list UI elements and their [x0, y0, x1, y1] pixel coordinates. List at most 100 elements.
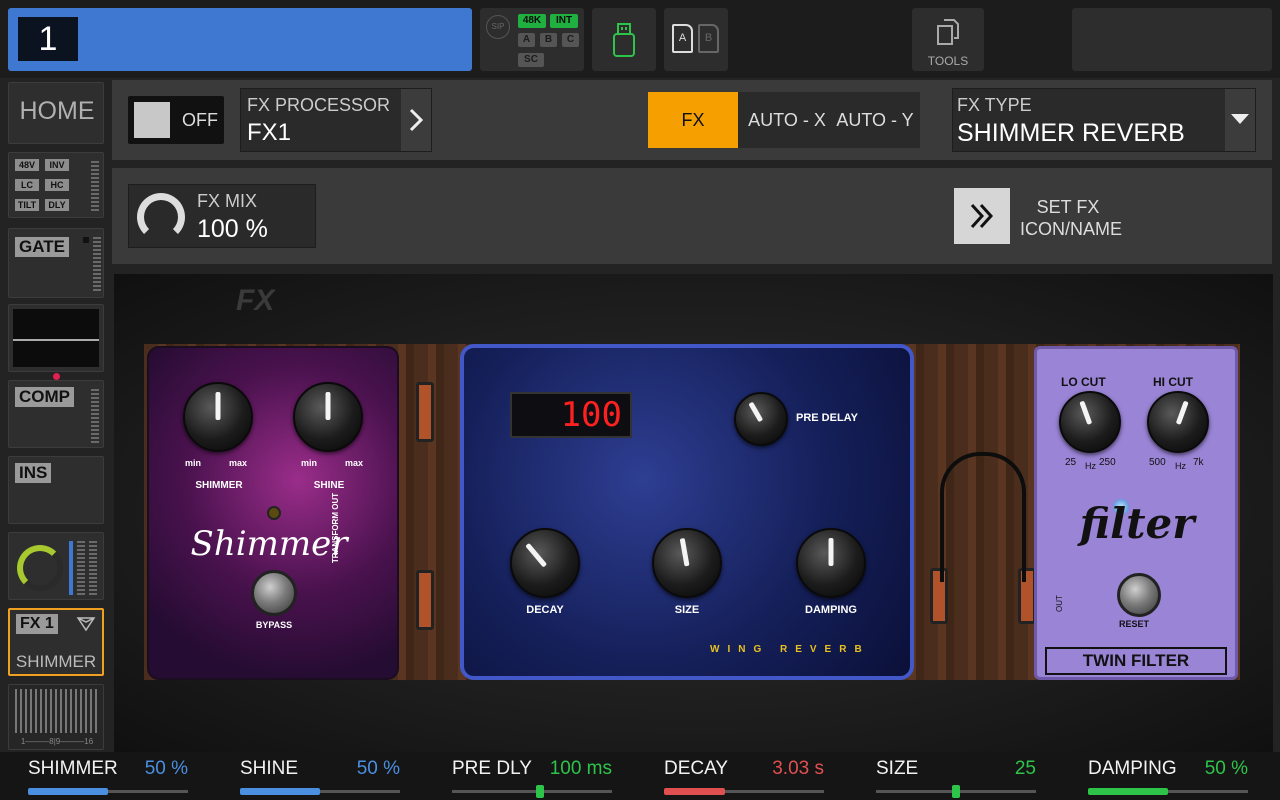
param-slider-handle[interactable]: [536, 785, 544, 798]
param-slider-track[interactable]: [28, 788, 188, 795]
lo-cut-min: 25: [1065, 457, 1077, 468]
param-slider-fill: [1088, 788, 1168, 795]
param-pre-dly[interactable]: PRE DLY 100 ms: [424, 752, 636, 800]
param-slider-track[interactable]: [1088, 788, 1248, 795]
fx-mix-panel: FX MIX 100 % SET FX ICON/NAME: [112, 168, 1272, 264]
patch-cable: [940, 452, 1026, 582]
tag-48v: 48V: [15, 159, 39, 171]
fx-type-dropdown-button[interactable]: [1225, 89, 1255, 151]
top-bar: 1 SIP 48K INT A B C SC A B TOOLS: [0, 0, 1280, 78]
eq-section-button[interactable]: [8, 304, 104, 380]
fx-slot-label: FX 1: [16, 614, 58, 634]
filter-reset-switch[interactable]: [1117, 573, 1161, 617]
param-name: SIZE: [876, 758, 919, 779]
card-ab-button[interactable]: A B: [664, 8, 728, 71]
predelay-knob[interactable]: [734, 392, 788, 446]
param-value: 3.03 s: [772, 758, 824, 779]
filter-section-button[interactable]: 48V INV LC HC TILT DLY: [8, 152, 104, 218]
param-slider-track[interactable]: [452, 785, 612, 798]
tools-button[interactable]: TOOLS: [912, 8, 984, 71]
param-value: 50 %: [1204, 758, 1248, 779]
param-shimmer[interactable]: SHIMMER 50 %: [0, 752, 212, 800]
shimmer-bypass-label: BYPASS: [255, 620, 293, 630]
sync-status-panel[interactable]: SIP 48K INT A B C SC: [480, 8, 584, 71]
tab-fx[interactable]: FX: [648, 92, 738, 148]
dynamics-section-button[interactable]: [8, 532, 104, 600]
fx-mix-control[interactable]: FX MIX 100 %: [128, 184, 316, 248]
slot-a-badge: A: [518, 33, 535, 47]
param-slider-track[interactable]: [240, 788, 400, 795]
shine-knob[interactable]: [293, 382, 363, 452]
fx-processor-next-button[interactable]: [401, 89, 431, 151]
param-value: 50 %: [144, 758, 188, 779]
gate-label: GATE: [15, 237, 69, 257]
param-slider-fill: [240, 788, 320, 795]
size-label: SIZE: [674, 604, 700, 616]
shine-knob-pointer: [325, 391, 331, 420]
cable-jack-2: [416, 570, 434, 630]
chevron-down-icon: [1231, 114, 1249, 124]
lo-cut-max: 250: [1099, 457, 1116, 468]
param-name: SHIMMER: [28, 758, 118, 779]
usb-button[interactable]: [592, 8, 656, 71]
comp-label: COMP: [15, 387, 74, 407]
card-b-icon: B: [698, 24, 719, 53]
param-decay[interactable]: DECAY 3.03 s: [636, 752, 848, 800]
hi-cut-label: HI CUT: [1153, 375, 1193, 389]
fx-on-off-toggle[interactable]: OFF: [128, 96, 224, 144]
shimmer-knob[interactable]: [183, 382, 253, 452]
set-fx-label: SET FX ICON/NAME: [1020, 196, 1123, 240]
usb-icon: [613, 23, 635, 57]
fx-type-selector[interactable]: FX TYPE SHIMMER REVERB: [952, 88, 1256, 152]
param-shine[interactable]: SHINE 50 %: [212, 752, 424, 800]
bus-sends-button[interactable]: 1———8|9———16: [8, 684, 104, 750]
size-knob[interactable]: [652, 528, 722, 598]
param-slider-handle[interactable]: [952, 785, 960, 798]
damping-knob[interactable]: [796, 528, 866, 598]
shimmer-led: [267, 506, 281, 520]
filter-meter: [91, 161, 99, 211]
fx-mix-value: 100 %: [197, 215, 268, 243]
tab-auto-x[interactable]: AUTO - X: [744, 92, 830, 148]
parameter-bar: SHIMMER 50 % SHINE 50 % PRE DLY 100 ms D…: [0, 752, 1280, 800]
eq-curve-line: [13, 339, 99, 341]
fx-processor-label: FX PROCESSOR: [247, 95, 391, 115]
hi-cut-min: 500: [1149, 457, 1166, 468]
param-slider-track[interactable]: [664, 788, 824, 795]
param-size[interactable]: SIZE 25: [848, 752, 1060, 800]
channel-strip-header[interactable]: 1: [8, 8, 472, 71]
hi-cut-knob[interactable]: [1147, 391, 1209, 453]
fx-slot-button[interactable]: FX 1 SHIMMER: [8, 608, 104, 676]
decay-knob[interactable]: [510, 528, 580, 598]
home-button[interactable]: HOME: [8, 82, 104, 144]
param-damping[interactable]: DAMPING 50 %: [1060, 752, 1272, 800]
insert-section-button[interactable]: INS: [8, 456, 104, 524]
gate-section-button[interactable]: GATE: [8, 228, 104, 298]
fx-type-label: FX TYPE: [957, 95, 1032, 115]
twin-filter-pedal: LO CUT HI CUT 25 Hz 250 500 Hz 7k filter…: [1034, 346, 1238, 680]
home-label: HOME: [19, 97, 95, 125]
wing-reverb-pedal: 100 PRE DELAY DECAY SIZE DAMPING WING RE…: [460, 344, 914, 680]
top-right-panel[interactable]: [1072, 8, 1272, 71]
lo-cut-knob[interactable]: [1059, 391, 1121, 453]
pedalboard: FX min max min max SHIMMER SHINE Shimmer…: [114, 274, 1273, 752]
shimmer-side-label: TRANSFORM OUT: [331, 492, 340, 564]
tab-auto-y[interactable]: AUTO - Y: [832, 92, 918, 148]
damping-label: DAMPING: [805, 604, 857, 616]
comp-section-button[interactable]: COMP: [8, 380, 104, 448]
shine-max-label: max: [345, 458, 364, 468]
cable-jack-1: [416, 382, 434, 442]
tag-lc: LC: [15, 179, 39, 191]
fx-processor-selector[interactable]: FX PROCESSOR FX1: [240, 88, 432, 152]
filter-name-plate: TWIN FILTER: [1045, 647, 1227, 675]
set-fx-icon-button[interactable]: [954, 188, 1010, 244]
double-chevron-icon: [970, 203, 994, 229]
chevron-right-icon: [409, 108, 424, 132]
wing-fx-screen: 1 SIP 48K INT A B C SC A B TOOLS HOME 48…: [0, 0, 1280, 800]
decay-knob-pointer: [525, 542, 547, 568]
shimmer-bypass-switch[interactable]: [251, 570, 297, 616]
size-knob-pointer: [679, 537, 690, 567]
set-fx-label-line2: ICON/NAME: [1020, 219, 1123, 239]
param-slider-track[interactable]: [876, 785, 1036, 798]
sip-indicator: SIP: [486, 15, 510, 39]
